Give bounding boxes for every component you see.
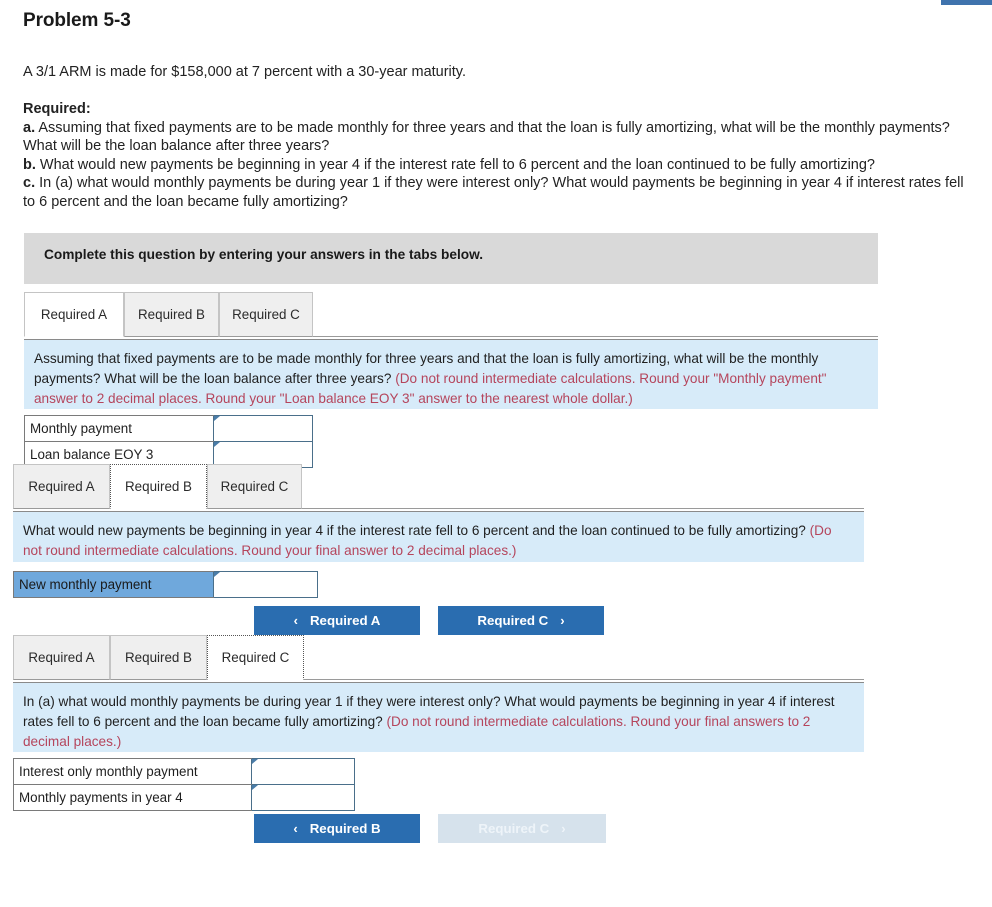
item-text-b: What would new payments be beginning in …: [39, 156, 875, 173]
tab-label: Required B: [125, 650, 192, 665]
answer-table-a: Monthly payment Loan balance EOY 3: [24, 415, 313, 468]
tab-label: Required C: [232, 307, 300, 322]
instruction-band-text: Complete this question by entering your …: [44, 247, 484, 262]
tab-underline: [313, 336, 878, 337]
chevron-right-icon: ›: [561, 821, 566, 836]
tab-underline: [302, 508, 864, 509]
chevron-left-icon: ‹: [293, 613, 298, 628]
problem-page: Problem 5-3 A 3/1 ARM is made for $158,0…: [0, 0, 992, 907]
instruction-band: Complete this question by entering your …: [24, 233, 878, 284]
tab-label: Required B: [138, 307, 205, 322]
nav-next-required-c-button-disabled: Required C ›: [438, 814, 606, 843]
answer-cell[interactable]: [213, 415, 313, 442]
nav-next-required-c-button[interactable]: Required C ›: [438, 606, 604, 635]
item-letter-a: a.: [23, 119, 36, 136]
answer-input-interest-only-monthly-payment[interactable]: [252, 761, 354, 782]
info-panel-c: In (a) what would monthly payments be du…: [13, 682, 864, 752]
nav-button-label: Required B: [309, 821, 381, 836]
required-list: Required: a. Assuming that fixed payment…: [23, 100, 968, 212]
prompt-text-b: What would new payments be beginning in …: [23, 523, 810, 538]
table-row: New monthly payment: [13, 571, 318, 598]
tab-label: Required A: [28, 650, 95, 665]
required-heading: Required:: [23, 101, 91, 117]
chevron-left-icon: ‹: [293, 821, 298, 836]
tab-required-b-3[interactable]: Required B: [110, 635, 207, 680]
tab-required-c-3[interactable]: Required C: [207, 635, 304, 680]
nav-prev-required-a-button[interactable]: ‹ Required A: [254, 606, 420, 635]
row-label-monthly-payments-year-4: Monthly payments in year 4: [13, 784, 252, 811]
info-panel-a: Assuming that fixed payments are to be m…: [24, 339, 878, 409]
table-row: Monthly payments in year 4: [13, 784, 355, 811]
answer-input-loan-balance-eoy3[interactable]: [214, 444, 312, 465]
problem-statement: A 3/1 ARM is made for $158,000 at 7 perc…: [23, 64, 467, 80]
tab-required-b-1[interactable]: Required B: [124, 292, 219, 337]
tab-row-a: Required A Required B Required C: [24, 292, 878, 339]
nav-button-label: Required A: [309, 613, 381, 628]
row-label-new-monthly-payment[interactable]: New monthly payment: [13, 571, 214, 598]
answer-input-monthly-payments-year-4[interactable]: [252, 787, 354, 808]
answer-cell[interactable]: [213, 571, 318, 598]
row-label-monthly-payment: Monthly payment: [24, 415, 214, 442]
table-row: Interest only monthly payment: [13, 758, 355, 785]
nav-button-label: Required C: [478, 821, 550, 836]
tab-label: Required C: [220, 479, 289, 494]
item-text-a: Assuming that fixed payments are to be m…: [23, 119, 950, 155]
item-letter-c: c.: [23, 175, 36, 192]
answer-input-new-monthly-payment[interactable]: [214, 574, 317, 595]
page-title: Problem 5-3: [23, 10, 131, 31]
row-label-interest-only-monthly-payment: Interest only monthly payment: [13, 758, 252, 785]
answer-table-b: New monthly payment: [13, 571, 318, 598]
required-item-b: b. What would new payments be beginning …: [23, 156, 968, 175]
info-panel-b: What would new payments be beginning in …: [13, 511, 864, 562]
tab-label: Required A: [40, 307, 108, 322]
item-text-c: In (a) what would monthly payments be du…: [23, 175, 964, 210]
answer-cell[interactable]: [251, 758, 355, 785]
tab-required-c-2[interactable]: Required C: [207, 464, 302, 509]
tab-required-a-1[interactable]: Required A: [24, 292, 124, 337]
top-right-blue-bar: [941, 0, 992, 5]
tab-required-a-3[interactable]: Required A: [13, 635, 110, 680]
chevron-right-icon: ›: [560, 613, 565, 628]
tab-underline: [304, 679, 864, 680]
tab-required-b-2[interactable]: Required B: [110, 464, 207, 509]
nav-button-label: Required C: [477, 613, 549, 628]
answer-input-monthly-payment[interactable]: [214, 418, 312, 439]
nav-prev-required-b-button[interactable]: ‹ Required B: [254, 814, 420, 843]
tab-row-b: Required A Required B Required C: [13, 464, 867, 511]
tab-required-a-2[interactable]: Required A: [13, 464, 110, 509]
tab-label: Required B: [125, 479, 192, 494]
required-item-a: a. Assuming that fixed payments are to b…: [23, 119, 968, 156]
item-letter-b: b.: [23, 156, 36, 173]
required-item-c: c. In (a) what would monthly payments be…: [23, 174, 968, 211]
answer-cell[interactable]: [251, 784, 355, 811]
tab-required-c-1[interactable]: Required C: [219, 292, 313, 337]
tab-label: Required A: [28, 479, 95, 494]
answer-table-c: Interest only monthly payment Monthly pa…: [13, 758, 355, 811]
tab-row-c: Required A Required B Required C: [13, 635, 867, 682]
table-row: Monthly payment: [24, 415, 313, 442]
tab-label: Required C: [221, 650, 290, 665]
